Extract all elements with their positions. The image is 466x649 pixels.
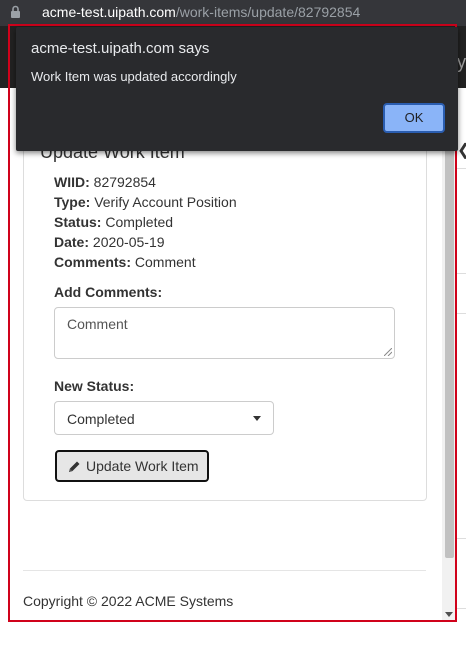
type-label: Type: <box>54 194 91 210</box>
date-value: 2020-05-19 <box>92 234 165 250</box>
main-content: Update Work Item WIID: 82792854 Type: Ve… <box>10 88 442 620</box>
update-work-item-button[interactable]: Update Work Item <box>55 450 209 482</box>
new-status-label: New Status: <box>54 378 135 394</box>
type-row: Type: Verify Account Position <box>54 194 237 210</box>
url-path: /work-items/update/82792854 <box>175 4 361 20</box>
comments-value: Comment <box>134 254 196 270</box>
add-comments-textarea[interactable]: Comment <box>54 307 395 359</box>
wiid-row: WIID: 82792854 <box>54 174 156 190</box>
status-row: Status: Completed <box>54 214 173 230</box>
status-label: Status: <box>54 214 102 230</box>
footer-divider <box>23 570 426 571</box>
address-bar[interactable]: acme-test.uipath.com/work-items/update/8… <box>0 0 466 26</box>
edge-divider <box>457 273 466 274</box>
add-comments-label: Add Comments: <box>54 284 163 300</box>
chevron-down-icon <box>253 416 261 421</box>
edge-divider <box>457 313 466 314</box>
dialog-title: acme-test.uipath.com says <box>31 40 210 57</box>
wiid-label: WIID: <box>54 174 90 190</box>
url-text: acme-test.uipath.com/work-items/update/8… <box>42 4 360 20</box>
date-label: Date: <box>54 234 90 250</box>
chevron-left-icon: ❮ <box>457 140 466 160</box>
new-status-value: Completed <box>67 411 135 427</box>
ok-button[interactable]: OK <box>383 103 445 133</box>
type-value: Verify Account Position <box>94 194 237 210</box>
scroll-down-arrow-icon[interactable] <box>445 612 453 617</box>
dialog-message: Work Item was updated accordingly <box>31 69 237 84</box>
footer-copyright: Copyright © 2022 ACME Systems <box>23 593 234 609</box>
new-status-select[interactable]: Completed <box>54 401 274 435</box>
edge-divider <box>457 168 466 169</box>
alert-dialog: acme-test.uipath.com says Work Item was … <box>16 27 458 151</box>
url-host: acme-test.uipath.com <box>42 4 176 20</box>
resize-grip-icon[interactable] <box>384 348 392 356</box>
wiid-value: 82792854 <box>93 174 156 190</box>
update-button-label: Update Work Item <box>86 458 199 474</box>
scrollbar-thumb[interactable] <box>445 88 454 558</box>
comments-row: Comments: Comment <box>54 254 196 270</box>
navbar-edge-text: y <box>457 52 466 72</box>
background-page-edge: ❮ <box>457 88 466 649</box>
edge-divider <box>457 538 466 539</box>
date-row: Date: 2020-05-19 <box>54 234 165 250</box>
lock-icon <box>11 5 20 18</box>
edge-divider <box>457 608 466 609</box>
comments-label: Comments: <box>54 254 132 270</box>
vertical-scrollbar[interactable] <box>442 88 457 621</box>
status-value: Completed <box>105 214 174 230</box>
pencil-icon <box>69 461 80 472</box>
comment-text: Comment <box>67 316 128 332</box>
